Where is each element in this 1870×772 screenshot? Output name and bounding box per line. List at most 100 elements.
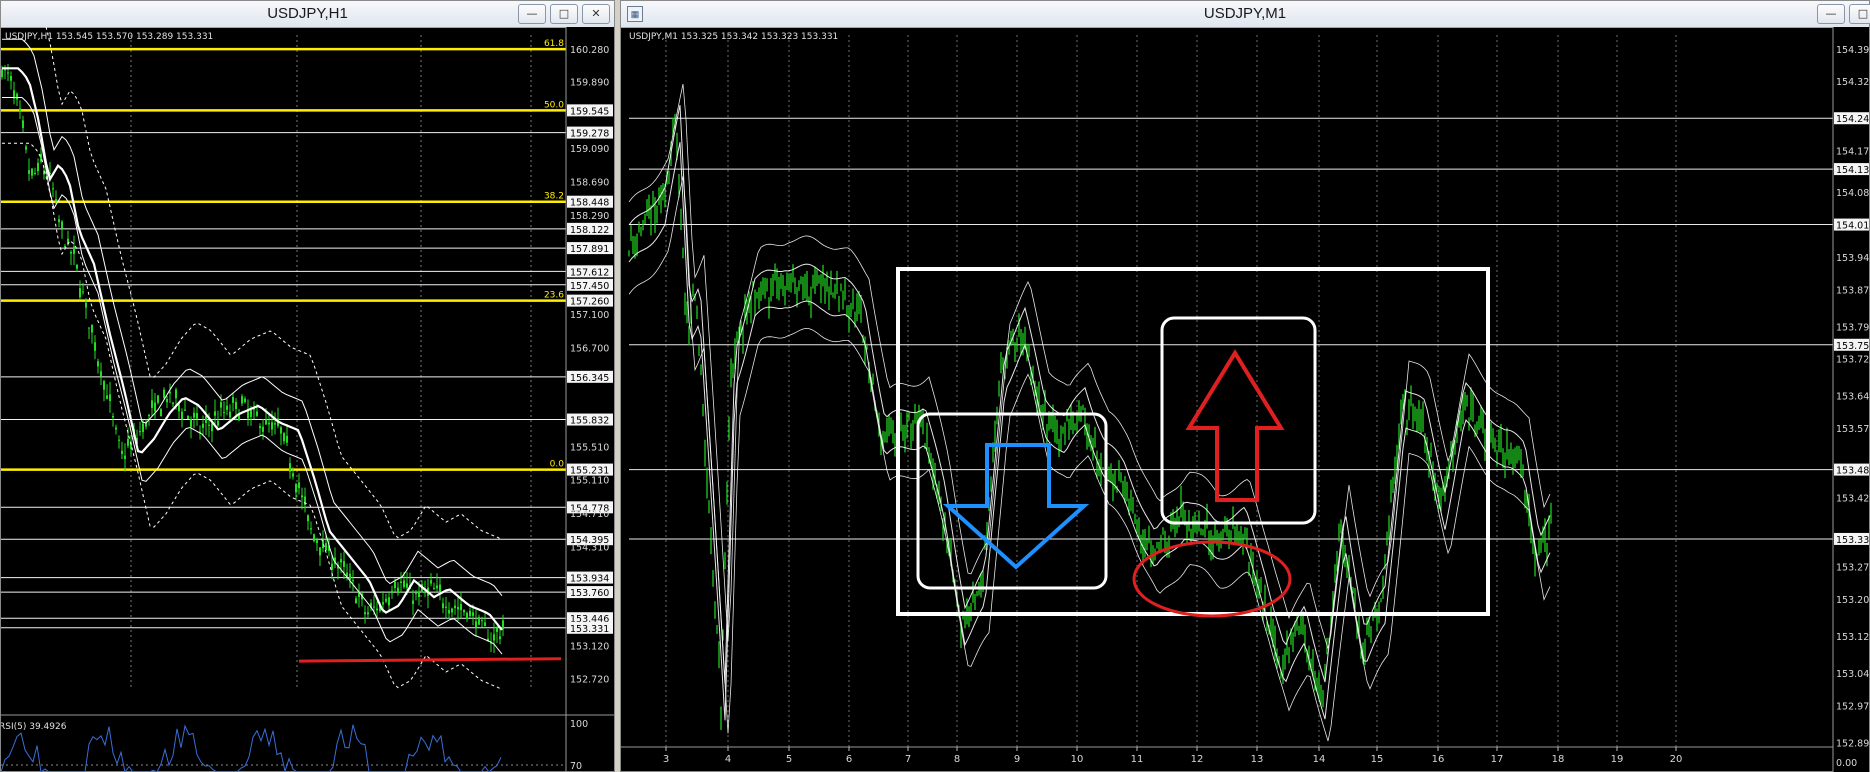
candle-body <box>256 411 258 416</box>
price-scale-label: 154.01 <box>1836 221 1869 232</box>
price-scale-label: 152.97 <box>1836 701 1869 712</box>
envelope-upper-line <box>2 38 503 597</box>
price-scale-label: 157.891 <box>570 244 609 255</box>
candle-body <box>85 302 87 308</box>
price-scale-label: 158.290 <box>570 211 609 222</box>
candle-body <box>418 591 420 598</box>
maximize-icon[interactable]: □ <box>550 4 578 24</box>
bollinger-lower-line <box>628 176 1551 742</box>
minimize-icon[interactable]: — <box>518 4 546 24</box>
candle-body <box>319 547 321 556</box>
minimize-icon[interactable]: — <box>1817 4 1845 24</box>
time-axis-label: 8 <box>954 754 960 765</box>
chart-info-label: USDJPY,H1 153.545 153.570 153.289 153.33… <box>5 32 213 42</box>
candle-body <box>451 608 453 613</box>
price-scale-label: 158.690 <box>570 178 609 189</box>
candle-body <box>457 607 459 610</box>
price-scale-label: 153.57 <box>1836 424 1869 435</box>
candle-body <box>187 415 189 419</box>
support-line[interactable] <box>298 657 562 663</box>
time-axis-label: 5 <box>786 754 792 765</box>
candle-body <box>4 69 6 71</box>
price-scale-label: 155.110 <box>570 476 609 487</box>
candle-body <box>211 423 213 432</box>
candle-body <box>436 585 438 589</box>
candle-body <box>385 598 387 602</box>
price-scale-label: 157.260 <box>570 297 609 308</box>
candle-body <box>235 401 237 410</box>
candle-body <box>172 402 174 405</box>
candle-body <box>34 172 36 174</box>
time-axis-label: 15 <box>1371 754 1384 765</box>
chart-window-usdjpy-h1[interactable]: USDJPY,H1 — □ ✕ 61.8 50.0 38.2 23.6 0.0 160.2… <box>0 0 615 772</box>
candle-body <box>376 608 378 611</box>
candle-body <box>286 435 288 443</box>
candle-body <box>106 395 108 399</box>
price-chart-m1[interactable]: 154.39 154.32 154.24 154.17 154.13 154.08 154.… <box>621 27 1869 772</box>
close-icon[interactable]: ✕ <box>582 4 610 24</box>
candle-body <box>289 463 291 472</box>
candle-body <box>475 621 477 628</box>
candle-body <box>115 427 117 430</box>
candles-group <box>628 114 1552 730</box>
chart-window-usdjpy-m1[interactable]: ▦ USDJPY,M1 — □ ✕ 154.39154.32154.24154.… <box>620 0 1870 772</box>
price-scale-label: 153.120 <box>570 641 609 652</box>
candle-body <box>79 288 81 298</box>
candle-body <box>154 402 156 412</box>
price-scale-label: 153.934 <box>570 574 609 585</box>
candle-body <box>274 423 276 425</box>
candle-body <box>394 581 396 589</box>
candle-body <box>58 219 60 223</box>
candle-body <box>325 543 327 551</box>
price-scale-label: 155.832 <box>570 416 609 427</box>
window-titlebar[interactable]: USDJPY,H1 — □ ✕ <box>1 1 614 28</box>
candle-body <box>178 404 180 412</box>
time-axis-label: 9 <box>1014 754 1020 765</box>
price-scale-label: 153.04 <box>1836 669 1869 680</box>
price-chart-h1[interactable]: 61.8 50.0 38.2 23.6 0.0 160.280 159.890 159.545… <box>1 27 614 772</box>
candle-body <box>52 188 54 190</box>
maximize-icon[interactable]: □ <box>1849 4 1870 24</box>
window-title: USDJPY,M1 <box>1203 5 1287 22</box>
candle-body <box>163 389 165 398</box>
candle-body <box>463 609 465 613</box>
envelope-upper-line <box>628 105 1551 684</box>
candle-body <box>439 584 441 593</box>
rsi-scale-label: 100 <box>570 719 588 730</box>
candle-body <box>1 69 3 78</box>
candle-body <box>259 426 261 429</box>
time-axis-label: 13 <box>1251 754 1264 765</box>
candle-body <box>220 402 222 408</box>
candle-body <box>454 605 456 609</box>
candle-body <box>112 416 114 418</box>
time-axis-label: 12 <box>1191 754 1204 765</box>
arrow-up-icon <box>1185 349 1285 502</box>
time-axis-label: 4 <box>725 754 731 765</box>
price-scale-label: 154.32 <box>1836 77 1869 88</box>
candle-body <box>415 592 417 594</box>
window-titlebar[interactable]: ▦ USDJPY,M1 — □ ✕ <box>621 1 1870 28</box>
candle-body <box>499 636 501 640</box>
candle-body <box>190 419 192 427</box>
price-scale-label: 156.345 <box>570 373 609 384</box>
candle-body <box>442 603 444 608</box>
chart-info-label: USDJPY,M1 153.325 153.342 153.323 153.33… <box>629 32 838 42</box>
window-icon[interactable]: ▦ <box>627 6 643 22</box>
candle-body <box>160 409 162 417</box>
arrow-down-icon <box>942 443 1090 570</box>
candle-body <box>373 606 375 608</box>
price-scale-label: 154.08 <box>1836 188 1869 199</box>
candle-body <box>175 389 177 399</box>
candle-body <box>97 361 99 367</box>
candle-body <box>94 342 96 351</box>
price-scale-label: 153.27 <box>1836 563 1869 574</box>
candle-body <box>205 415 207 423</box>
highlight-box-uptrend[interactable] <box>1160 316 1317 525</box>
fibonacci-label: 23.6 <box>544 291 564 301</box>
candle-body <box>91 324 93 333</box>
candle-body <box>196 413 198 419</box>
bollinger-upper-line <box>45 27 503 541</box>
candle-body <box>37 162 39 172</box>
price-scale-label: 153.94 <box>1836 253 1869 264</box>
candle-body <box>292 473 294 477</box>
